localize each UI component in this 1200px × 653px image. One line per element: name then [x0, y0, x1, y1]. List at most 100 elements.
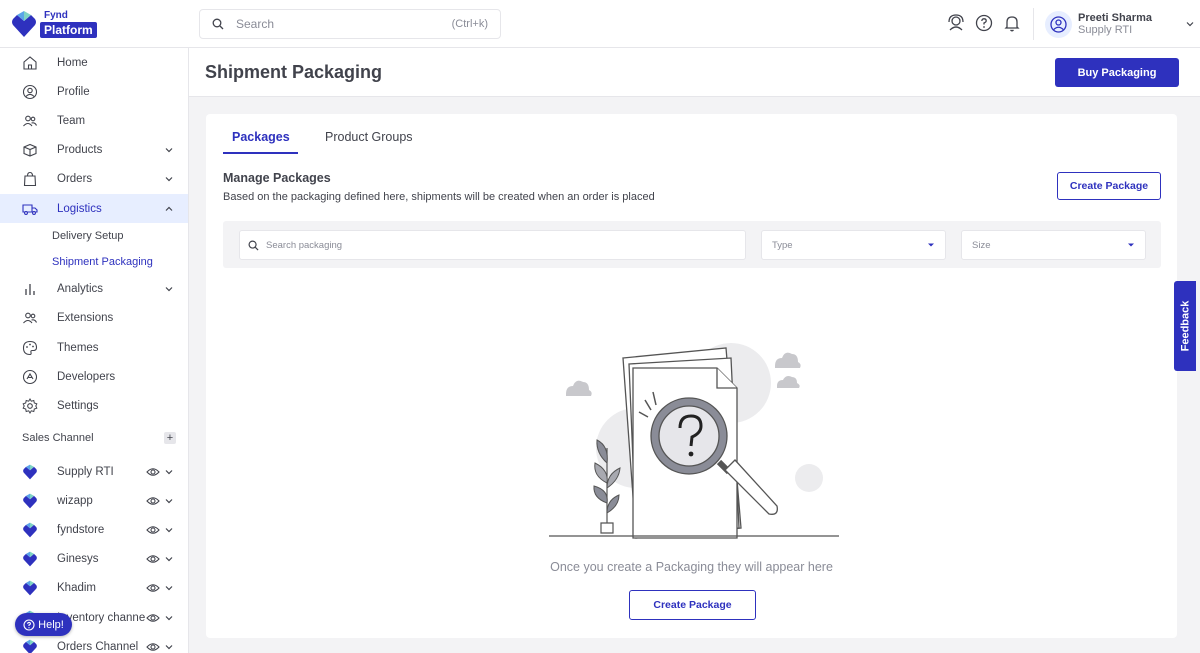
header-divider	[1033, 8, 1034, 40]
eye-icon[interactable]	[146, 465, 160, 479]
chevron-down-icon[interactable]	[164, 613, 174, 623]
sidebar-item-extensions[interactable]: Extensions	[0, 303, 188, 332]
channel-logo-icon	[23, 639, 37, 653]
feedback-label: Feedback	[1179, 300, 1191, 352]
chevron-down-icon[interactable]	[164, 642, 174, 652]
caret-down-icon	[928, 243, 934, 247]
chevron-down-icon[interactable]	[164, 554, 174, 564]
help-circle-icon	[23, 618, 35, 631]
eye-icon[interactable]	[146, 552, 160, 566]
extensions-icon	[23, 312, 38, 323]
user-menu[interactable]: Preeti Sharma Supply RTI	[1045, 8, 1195, 40]
sidebar-item-team[interactable]: Team	[0, 106, 188, 135]
search-placeholder: Search	[236, 17, 275, 31]
home-icon	[23, 55, 37, 70]
channel-logo-icon	[23, 580, 37, 595]
sales-channel-item[interactable]: fyndstore	[0, 515, 188, 544]
sidebar-item-developers[interactable]: Developers	[0, 362, 188, 391]
buy-packaging-button[interactable]: Buy Packaging	[1055, 58, 1179, 87]
help-label: Help!	[38, 618, 64, 631]
sales-channel-item[interactable]: Ginesys	[0, 544, 188, 573]
top-header: Fynd Platform Search (Ctrl+k) Preeti Sha…	[0, 0, 1200, 48]
profile-icon	[22, 84, 38, 99]
manage-packages-description: Based on the packaging defined here, shi…	[223, 191, 655, 203]
search-packaging-input[interactable]: Search packaging	[239, 230, 746, 260]
search-icon	[248, 240, 259, 251]
type-placeholder: Type	[772, 239, 793, 251]
sales-channel-item[interactable]: Khadim	[0, 573, 188, 602]
page-title: Shipment Packaging	[205, 62, 383, 82]
channel-label: Orders Channel	[57, 640, 139, 653]
sales-channel-item[interactable]: Supply RTI	[0, 457, 188, 486]
fynd-logo-icon	[12, 11, 36, 37]
eye-icon[interactable]	[146, 494, 160, 508]
eye-icon[interactable]	[146, 640, 160, 653]
support-agent-icon[interactable]	[946, 13, 966, 33]
sidebar-item-settings[interactable]: Settings	[0, 391, 188, 420]
help-circle-icon[interactable]	[974, 13, 994, 33]
gear-icon	[22, 397, 38, 414]
add-sales-channel-button[interactable]: +	[164, 432, 176, 444]
manage-packages-title: Manage Packages	[223, 171, 331, 185]
caret-down-icon	[1128, 243, 1134, 247]
box-icon	[23, 143, 37, 157]
create-package-button[interactable]: Create Package	[1057, 172, 1161, 200]
sales-channel-header: Sales Channel +	[22, 432, 176, 444]
search-shortcut: (Ctrl+k)	[451, 18, 488, 30]
global-search-input[interactable]: Search (Ctrl+k)	[199, 9, 501, 39]
sidebar-item-products[interactable]: Products	[0, 135, 188, 164]
eye-icon[interactable]	[146, 523, 160, 537]
user-name: Preeti Sharma	[1078, 11, 1152, 24]
page-header: Shipment Packaging Buy Packaging	[189, 48, 1200, 97]
sidebar-item-label: Orders	[57, 172, 93, 185]
eye-icon[interactable]	[146, 581, 160, 595]
sidebar-item-logistics[interactable]: Logistics	[0, 194, 188, 223]
type-select[interactable]: Type	[761, 230, 946, 260]
sidebar-item-orders[interactable]: Orders	[0, 164, 188, 193]
tab-packages[interactable]: Packages	[232, 130, 290, 154]
chevron-down-icon	[1186, 22, 1194, 27]
active-tab-indicator	[223, 152, 298, 154]
sidebar-item-label: Settings	[57, 399, 99, 412]
channel-logo-icon	[23, 493, 37, 508]
sidebar-subitem-shipment-packaging[interactable]: Shipment Packaging	[52, 256, 153, 268]
logo-fynd-text: Fynd	[44, 9, 68, 21]
sales-channel-item[interactable]: wizapp	[0, 486, 188, 515]
feedback-button[interactable]: Feedback	[1174, 281, 1196, 371]
sidebar-item-analytics[interactable]: Analytics	[0, 274, 188, 303]
team-icon	[23, 115, 38, 126]
sidebar-item-label: Analytics	[57, 282, 104, 295]
chevron-up-icon	[165, 206, 173, 211]
help-button[interactable]: Help!	[15, 613, 72, 636]
eye-icon[interactable]	[146, 611, 160, 625]
channel-label: fyndstore	[57, 523, 105, 536]
size-select[interactable]: Size	[961, 230, 1146, 260]
chevron-down-icon[interactable]	[164, 583, 174, 593]
search-icon	[212, 18, 224, 30]
sidebar-subitem-delivery-setup[interactable]: Delivery Setup	[52, 230, 124, 242]
chevron-down-icon[interactable]	[164, 467, 174, 477]
channel-logo-icon	[23, 464, 37, 479]
chevron-down-icon[interactable]	[164, 525, 174, 535]
empty-state-illustration	[549, 343, 839, 539]
tab-product-groups[interactable]: Product Groups	[325, 130, 413, 154]
empty-create-package-button[interactable]: Create Package	[629, 590, 756, 620]
fynd-platform-logo[interactable]: Fynd Platform	[11, 8, 111, 40]
sidebar-item-profile[interactable]: Profile	[0, 77, 188, 106]
size-placeholder: Size	[972, 239, 991, 251]
bar-chart-icon	[25, 283, 35, 295]
chevron-down-icon[interactable]	[164, 496, 174, 506]
bag-icon	[23, 171, 37, 186]
notification-bell-icon[interactable]	[1002, 13, 1022, 33]
empty-state-text: Once you create a Packaging they will ap…	[550, 560, 833, 574]
sidebar-item-themes[interactable]: Themes	[0, 333, 188, 362]
sidebar: Home Profile Team Products Orders Logist…	[0, 48, 189, 653]
chevron-down-icon	[165, 286, 173, 291]
palette-icon	[22, 340, 38, 355]
sidebar-item-home[interactable]: Home	[0, 48, 188, 77]
sidebar-item-label: Team	[57, 114, 86, 127]
channel-label: Supply RTI	[57, 465, 114, 478]
truck-icon	[22, 203, 38, 215]
developers-icon	[22, 369, 38, 384]
chevron-down-icon	[165, 176, 173, 181]
